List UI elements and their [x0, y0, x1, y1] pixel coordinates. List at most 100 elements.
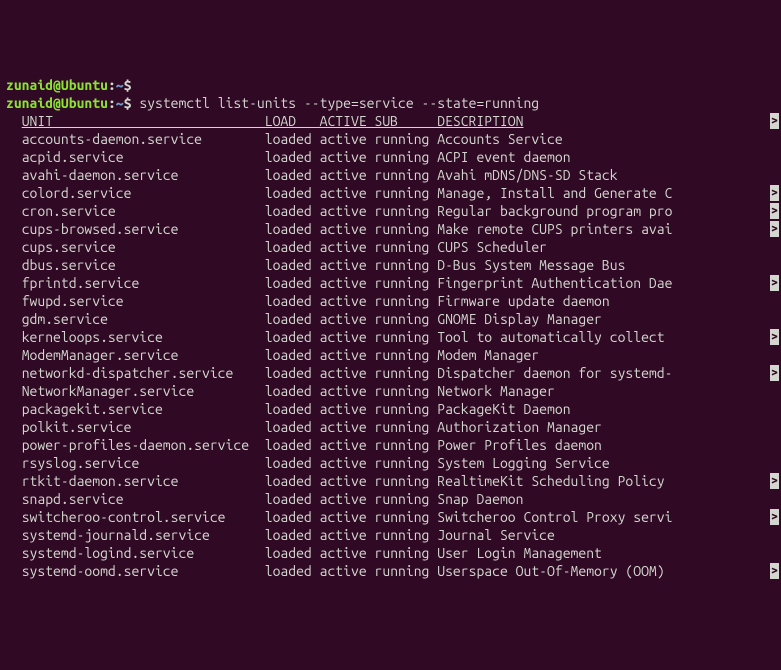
sub-state: running — [375, 257, 438, 273]
description: Journal Service — [437, 527, 555, 543]
prompt-line-command: zunaid@Ubuntu:~$ systemctl list-units --… — [6, 94, 781, 112]
table-row: networkd-dispatcher.service loaded activ… — [6, 364, 781, 382]
table-row: systemd-logind.service loaded active run… — [6, 544, 781, 562]
sub-state: running — [375, 455, 438, 471]
description: Snap Daemon — [437, 491, 523, 507]
table-row: colord.service loaded active running Man… — [6, 184, 781, 202]
load-state: loaded — [265, 509, 320, 525]
load-state: loaded — [265, 275, 320, 291]
unit-name: cups-browsed.service — [22, 221, 265, 237]
table-row: polkit.service loaded active running Aut… — [6, 418, 781, 436]
description: Authorization Manager — [437, 419, 602, 435]
description: Power Profiles daemon — [437, 437, 602, 453]
sub-state: running — [375, 473, 438, 489]
unit-name: NetworkManager.service — [22, 383, 265, 399]
continuation-indicator: > — [770, 473, 779, 489]
sub-state: running — [375, 563, 438, 579]
table-row: avahi-daemon.service loaded active runni… — [6, 166, 781, 184]
active-state: active — [320, 149, 375, 165]
continuation-indicator: > — [770, 365, 779, 381]
load-state: loaded — [265, 203, 320, 219]
unit-name: polkit.service — [22, 419, 265, 435]
load-state: loaded — [265, 311, 320, 327]
prompt-sigil: $ — [124, 77, 132, 93]
load-state: loaded — [265, 365, 320, 381]
unit-name: packagekit.service — [22, 401, 265, 417]
active-state: active — [320, 401, 375, 417]
description: Regular background program pro — [437, 203, 672, 219]
description: System Logging Service — [437, 455, 609, 471]
load-state: loaded — [265, 545, 320, 561]
table-row: cups.service loaded active running CUPS … — [6, 238, 781, 256]
description: RealtimeKit Scheduling Policy — [437, 473, 672, 489]
table-row: accounts-daemon.service loaded active ru… — [6, 130, 781, 148]
sub-state: running — [375, 221, 438, 237]
load-state: loaded — [265, 491, 320, 507]
table-row: rtkit-daemon.service loaded active runni… — [6, 472, 781, 490]
description: Make remote CUPS printers avai — [437, 221, 672, 237]
prompt-colon: : — [108, 95, 116, 111]
sub-state: running — [375, 239, 438, 255]
unit-name: gdm.service — [22, 311, 265, 327]
sub-state: running — [375, 167, 438, 183]
load-state: loaded — [265, 383, 320, 399]
table-row: snapd.service loaded active running Snap… — [6, 490, 781, 508]
active-state: active — [320, 203, 375, 219]
prompt-colon: : — [108, 77, 116, 93]
description: GNOME Display Manager — [437, 311, 602, 327]
active-state: active — [320, 491, 375, 507]
load-state: loaded — [265, 221, 320, 237]
continuation-indicator: > — [770, 221, 779, 237]
continuation-indicator: > — [770, 185, 779, 201]
description: D-Bus System Message Bus — [437, 257, 625, 273]
active-state: active — [320, 419, 375, 435]
sub-state: running — [375, 437, 438, 453]
table-row: power-profiles-daemon.service loaded act… — [6, 436, 781, 454]
load-state: loaded — [265, 473, 320, 489]
unit-name: switcheroo-control.service — [22, 509, 265, 525]
active-state: active — [320, 275, 375, 291]
table-row: rsyslog.service loaded active running Sy… — [6, 454, 781, 472]
load-state: loaded — [265, 293, 320, 309]
active-state: active — [320, 257, 375, 273]
table-row: acpid.service loaded active running ACPI… — [6, 148, 781, 166]
sub-state: running — [375, 293, 438, 309]
table-row: cron.service loaded active running Regul… — [6, 202, 781, 220]
continuation-indicator: > — [770, 113, 779, 129]
active-state: active — [320, 527, 375, 543]
table-row: fprintd.service loaded active running Fi… — [6, 274, 781, 292]
table-row: fwupd.service loaded active running Firm… — [6, 292, 781, 310]
description: ACPI event daemon — [437, 149, 570, 165]
table-row: cups-browsed.service loaded active runni… — [6, 220, 781, 238]
load-state: loaded — [265, 239, 320, 255]
terminal-output[interactable]: zunaid@Ubuntu:~$ zunaid@Ubuntu:~$ system… — [6, 76, 781, 580]
sub-state: running — [375, 401, 438, 417]
sub-state: running — [375, 365, 438, 381]
load-state: loaded — [265, 437, 320, 453]
description: PackageKit Daemon — [437, 401, 570, 417]
sub-state: running — [375, 491, 438, 507]
active-state: active — [320, 167, 375, 183]
unit-name: kerneloops.service — [22, 329, 265, 345]
active-state: active — [320, 311, 375, 327]
sub-state: running — [375, 203, 438, 219]
description: CUPS Scheduler — [437, 239, 547, 255]
description: Modem Manager — [437, 347, 539, 363]
description: Firmware update daemon — [437, 293, 609, 309]
continuation-indicator: > — [770, 329, 779, 345]
active-state: active — [320, 563, 375, 579]
prompt-user: zunaid — [6, 77, 53, 93]
unit-name: systemd-logind.service — [22, 545, 265, 561]
description: User Login Management — [437, 545, 602, 561]
prompt-user: zunaid — [6, 95, 53, 111]
unit-name: snapd.service — [22, 491, 265, 507]
sub-state: running — [375, 329, 438, 345]
unit-name: fwupd.service — [22, 293, 265, 309]
sub-state: running — [375, 545, 438, 561]
load-state: loaded — [265, 149, 320, 165]
active-state: active — [320, 221, 375, 237]
prompt-at: @ — [53, 95, 61, 111]
sub-state: running — [375, 131, 438, 147]
active-state: active — [320, 383, 375, 399]
load-state: loaded — [265, 347, 320, 363]
